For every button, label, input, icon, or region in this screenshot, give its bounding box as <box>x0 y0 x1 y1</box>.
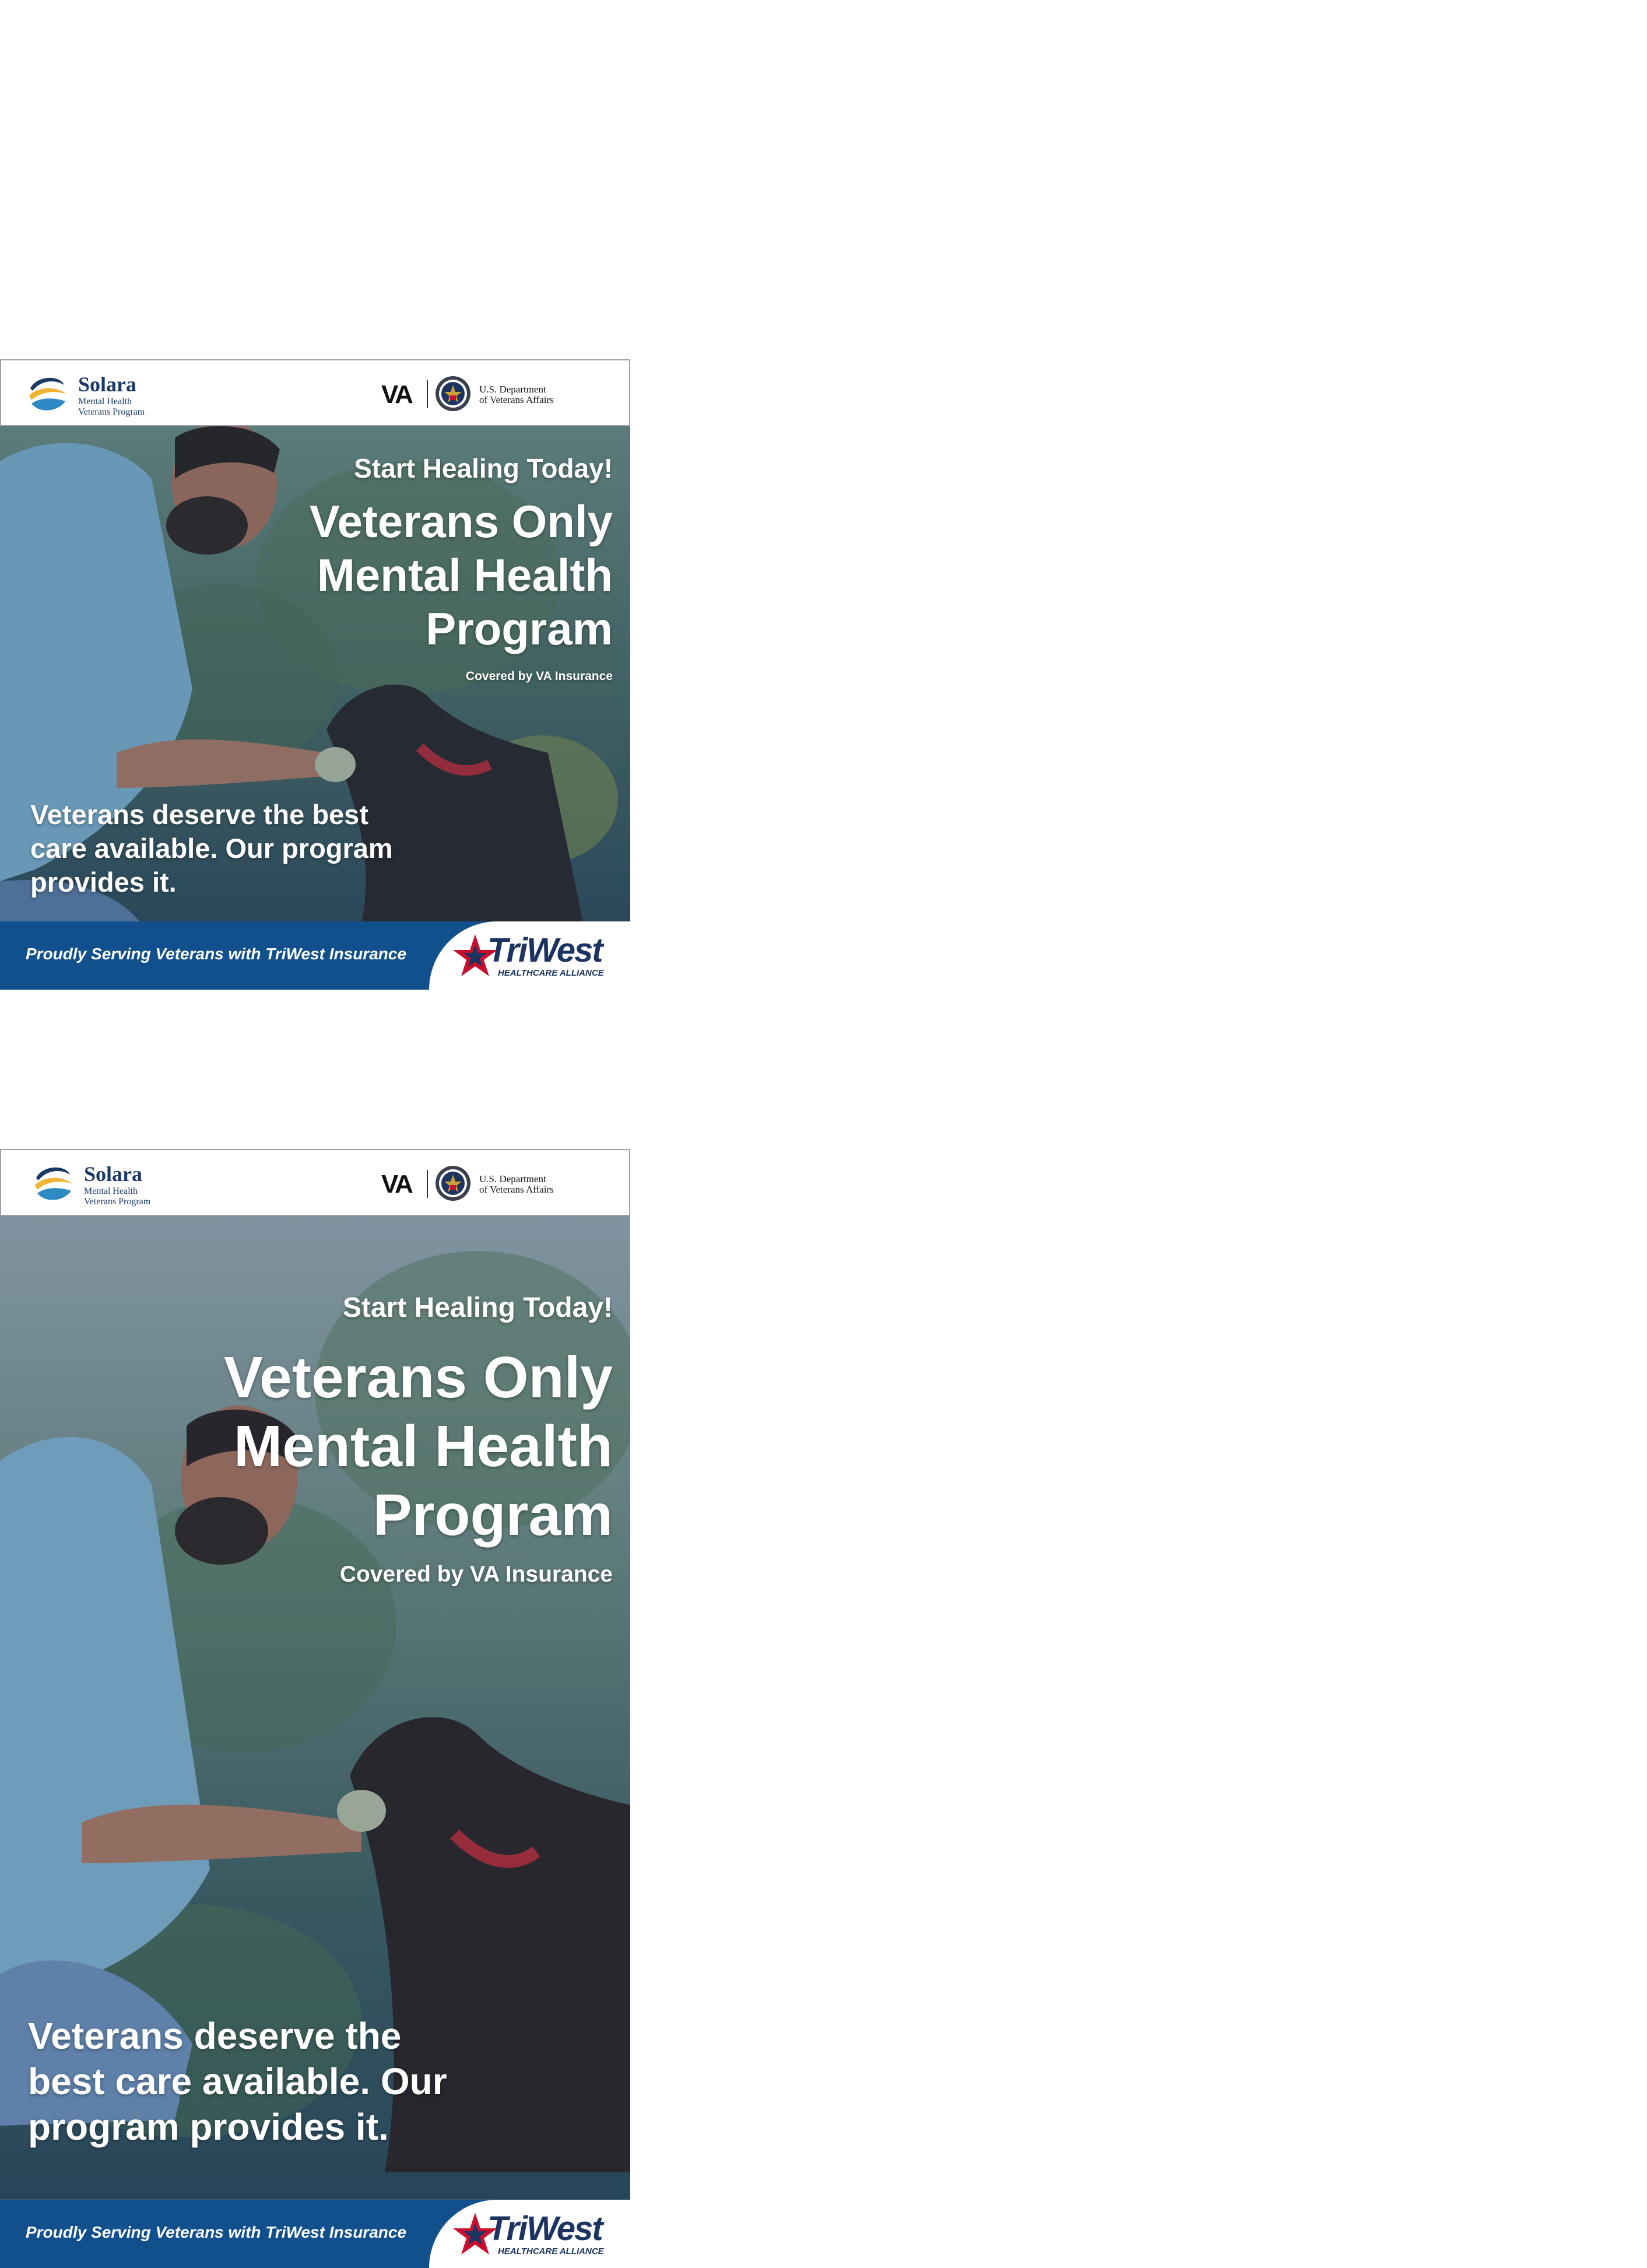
coverage-note: Covered by VA Insurance <box>465 669 613 683</box>
va-seal-icon <box>436 376 470 411</box>
body-line-2: care available. Our program <box>30 833 393 864</box>
va-logo: VA U.S. Department of Veterans Affairs <box>381 376 574 412</box>
headline: Veterans Only Mental Health Program <box>224 1343 613 1550</box>
triwest-logo: TriWest HEALTHCARE ALLIANCE <box>429 921 630 990</box>
solara-logo: Solara Mental Health Veterans Program <box>24 371 176 418</box>
triwest-wordmark: TriWest <box>487 2210 603 2248</box>
triwest-wordmark: TriWest <box>487 931 603 969</box>
va-dept-line-1: U.S. Department <box>479 1173 546 1184</box>
solara-swirl-icon <box>27 373 69 415</box>
body-line-2: best care available. Our <box>28 2060 447 2102</box>
va-dept-line-2: of Veterans Affairs <box>479 394 554 405</box>
headline-line-1: Veterans Only <box>224 1345 613 1410</box>
solara-name: Solara <box>78 373 137 396</box>
headline-line-2: Mental Health <box>233 1414 613 1479</box>
solara-subtitle-2: Veterans Program <box>78 407 145 417</box>
kicker-text: Start Healing Today! <box>354 453 613 483</box>
footer-bar: Proudly Serving Veterans with TriWest In… <box>0 921 630 990</box>
solara-swirl-icon <box>33 1163 75 1205</box>
headline-line-2: Mental Health <box>317 549 613 601</box>
headline-line-3: Program <box>373 1482 613 1548</box>
va-divider <box>427 1170 428 1198</box>
solara-subtitle-2: Veterans Program <box>84 1197 151 1207</box>
solara-name: Solara <box>84 1162 143 1186</box>
va-logo: VA U.S. Department of Veterans Affairs <box>381 1166 574 1201</box>
body-line-3: provides it. <box>30 867 177 898</box>
va-wordmark: VA <box>381 380 413 409</box>
coverage-note: Covered by VA Insurance <box>339 1562 613 1587</box>
body-line-3: program provides it. <box>28 2106 389 2148</box>
headline-line-3: Program <box>426 603 613 654</box>
ad-header: Solara Mental Health Veterans Program VA… <box>0 359 630 426</box>
headline-line-1: Veterans Only <box>309 496 613 547</box>
body-copy: Veterans deserve the best care available… <box>28 2013 529 2150</box>
body-line-1: Veterans deserve the <box>28 2015 402 2057</box>
va-divider <box>427 380 428 408</box>
triwest-logo: TriWest HEALTHCARE ALLIANCE <box>429 2200 630 2268</box>
headline: Veterans Only Mental Health Program <box>310 495 613 655</box>
triwest-subtitle: HEALTHCARE ALLIANCE <box>498 2246 604 2256</box>
body-copy: Veterans deserve the best care available… <box>30 798 473 899</box>
solara-subtitle-1: Mental Health <box>78 397 132 406</box>
ad-banner-tall: Solara Mental Health Veterans Program VA… <box>0 1149 630 2268</box>
kicker-text: Start Healing Today! <box>342 1292 613 1323</box>
va-seal-icon <box>436 1166 470 1201</box>
solara-logo: Solara Mental Health Veterans Program <box>30 1161 182 1207</box>
footer-tagline: Proudly Serving Veterans with TriWest In… <box>26 945 407 963</box>
solara-subtitle-1: Mental Health <box>84 1186 138 1196</box>
ad-header: Solara Mental Health Veterans Program VA… <box>0 1149 630 1216</box>
body-line-1: Veterans deserve the best <box>30 799 368 830</box>
triwest-subtitle: HEALTHCARE ALLIANCE <box>498 968 604 978</box>
va-dept-line-2: of Veterans Affairs <box>479 1184 554 1195</box>
footer-tagline: Proudly Serving Veterans with TriWest In… <box>26 2223 407 2241</box>
va-dept-line-1: U.S. Department <box>479 384 546 395</box>
footer-bar: Proudly Serving Veterans with TriWest In… <box>0 2200 630 2268</box>
va-wordmark: VA <box>381 1170 413 1198</box>
ad-banner-square: Solara Mental Health Veterans Program VA… <box>0 359 630 990</box>
